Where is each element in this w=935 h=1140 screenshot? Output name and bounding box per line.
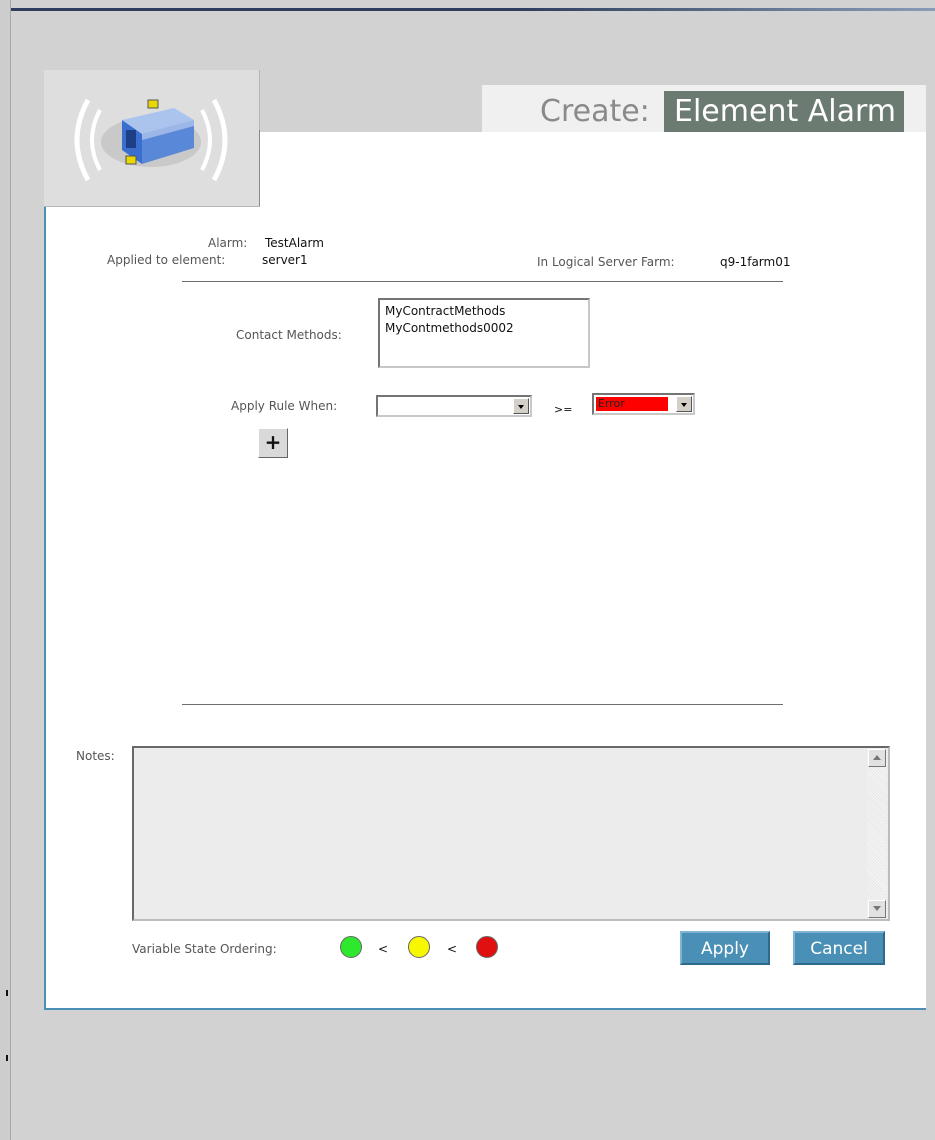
applied-element-value: server1 — [262, 253, 308, 267]
chevron-down-icon[interactable] — [676, 396, 692, 412]
contact-methods-list[interactable]: MyContractMethods MyContmethods0002 — [378, 298, 590, 368]
logo-area — [44, 70, 260, 207]
window-top-border — [8, 8, 935, 11]
scroll-down-icon[interactable] — [868, 900, 886, 918]
applied-element-label: Applied to element: — [107, 253, 226, 267]
state-ordering-label: Variable State Ordering: — [132, 942, 277, 956]
alarm-value: TestAlarm — [265, 236, 324, 250]
edge-mark — [6, 1055, 8, 1061]
scroll-up-icon[interactable] — [868, 749, 886, 767]
window-left-edge — [0, 0, 11, 1140]
notes-scrollbar[interactable] — [867, 749, 887, 918]
chevron-down-icon[interactable] — [513, 398, 529, 414]
divider-top — [182, 281, 783, 282]
server-alarm-icon — [74, 98, 228, 182]
header-create-label: Create: — [540, 94, 650, 129]
red-state-icon — [476, 936, 498, 958]
severity-select[interactable]: Error — [592, 393, 695, 415]
add-rule-button[interactable]: + — [258, 428, 288, 458]
yellow-state-icon — [408, 936, 430, 958]
page-title: Element Alarm — [664, 91, 905, 132]
contact-method-item[interactable]: MyContractMethods — [385, 303, 583, 320]
rule-operator: >= — [554, 403, 573, 416]
contact-methods-label: Contact Methods: — [236, 328, 342, 342]
divider-bottom — [182, 704, 783, 705]
server-farm-value: q9-1farm01 — [720, 255, 791, 269]
apply-button[interactable]: Apply — [680, 931, 770, 965]
header-white-area — [254, 132, 926, 207]
alarm-label: Alarm: — [208, 236, 248, 250]
apply-rule-label: Apply Rule When: — [231, 399, 338, 413]
ordering-separator: < — [378, 942, 389, 956]
notes-textarea[interactable] — [132, 746, 890, 921]
cancel-button[interactable]: Cancel — [793, 931, 885, 965]
edge-mark — [6, 990, 8, 996]
notes-label: Notes: — [76, 749, 115, 763]
rule-condition-select[interactable] — [376, 395, 532, 417]
contact-method-item[interactable]: MyContmethods0002 — [385, 320, 583, 337]
server-farm-label: In Logical Server Farm: — [537, 255, 675, 269]
severity-value: Error — [596, 397, 668, 411]
ordering-separator: < — [447, 942, 458, 956]
green-state-icon — [340, 936, 362, 958]
